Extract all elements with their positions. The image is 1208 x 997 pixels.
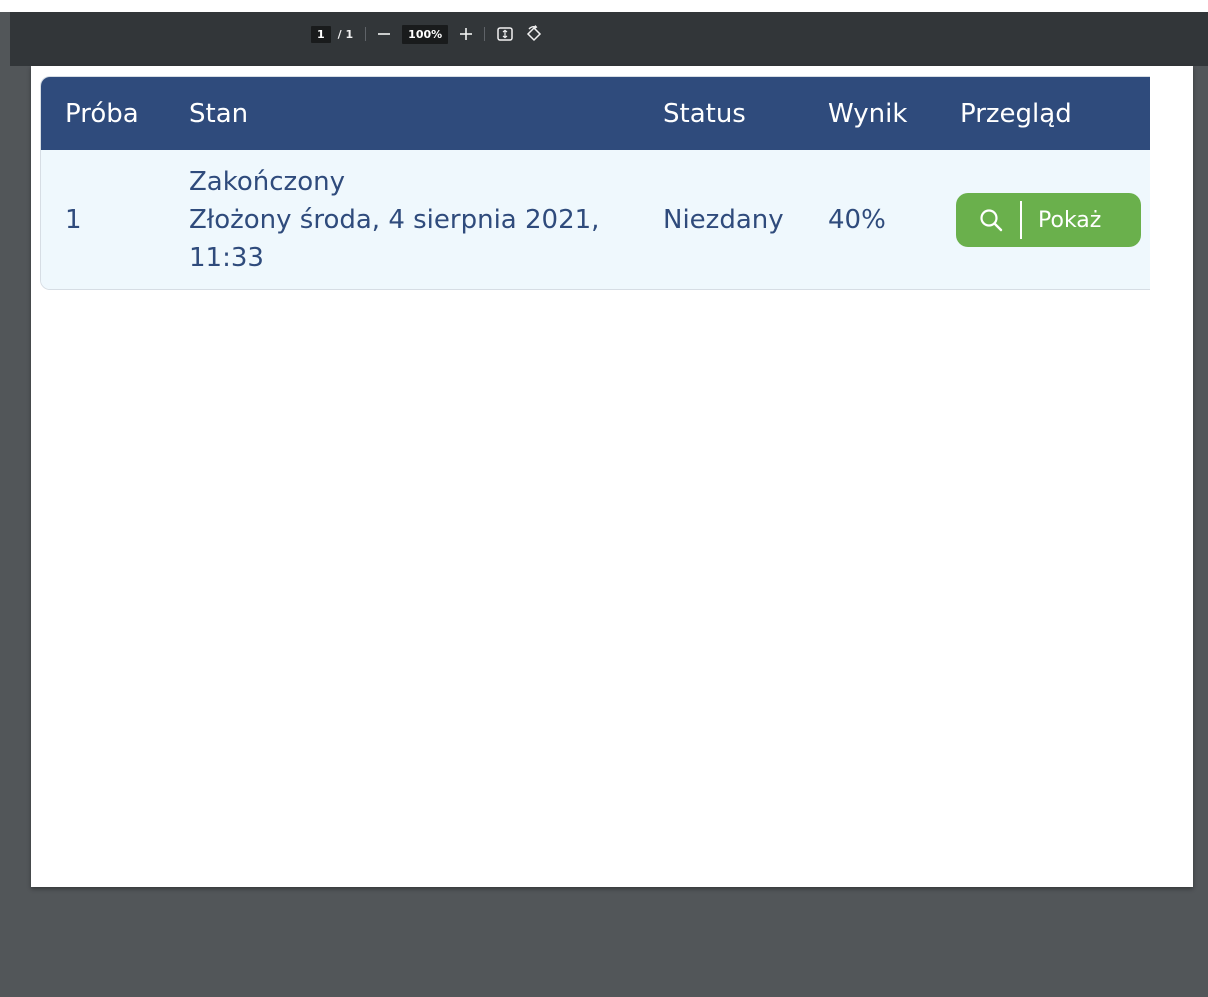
- header-status: Status: [663, 98, 746, 129]
- state-cell: Zakończony Złożony środa, 4 sierpnia 202…: [189, 163, 599, 277]
- status-value: Niezdany: [663, 204, 784, 235]
- page-total: / 1: [337, 27, 354, 41]
- review-button-label: Pokaż: [1038, 207, 1102, 233]
- toolbar-divider: [484, 27, 486, 41]
- table-row: 1 Zakończony Złożony środa, 4 sierpnia 2…: [41, 150, 1150, 289]
- toolbar-controls: 1 / 1 100%: [311, 12, 543, 56]
- state-label: Zakończony: [189, 166, 345, 197]
- header-attempt: Próba: [65, 98, 139, 129]
- rotate-icon[interactable]: [525, 25, 543, 43]
- submitted-time: 11:33: [189, 242, 264, 273]
- search-icon: [978, 207, 1004, 233]
- zoom-level-input[interactable]: 100%: [402, 24, 449, 44]
- score-value: 40%: [828, 204, 886, 235]
- pdf-page: Próba Stan Status Wynik Przegląd 1 Zakoń…: [31, 66, 1193, 887]
- page-number-input[interactable]: 1: [311, 25, 331, 43]
- review-button[interactable]: Pokaż: [956, 193, 1141, 247]
- button-divider: [1020, 201, 1022, 239]
- plus-icon[interactable]: [460, 28, 473, 40]
- minus-icon[interactable]: [378, 28, 391, 40]
- fit-page-icon[interactable]: [497, 27, 513, 41]
- attempt-number: 1: [65, 204, 82, 235]
- header-review: Przegląd: [960, 98, 1072, 129]
- attempts-table: Próba Stan Status Wynik Przegląd 1 Zakoń…: [40, 76, 1150, 290]
- table-header-row: Próba Stan Status Wynik Przegląd: [41, 77, 1150, 150]
- header-state: Stan: [189, 98, 249, 129]
- pdf-toolbar: 1 / 1 100%: [10, 12, 1208, 66]
- submitted-date: Złożony środa, 4 sierpnia 2021,: [189, 204, 600, 235]
- viewer-top-strip: [0, 0, 1208, 12]
- toolbar-divider: [365, 27, 367, 41]
- header-score: Wynik: [828, 98, 908, 129]
